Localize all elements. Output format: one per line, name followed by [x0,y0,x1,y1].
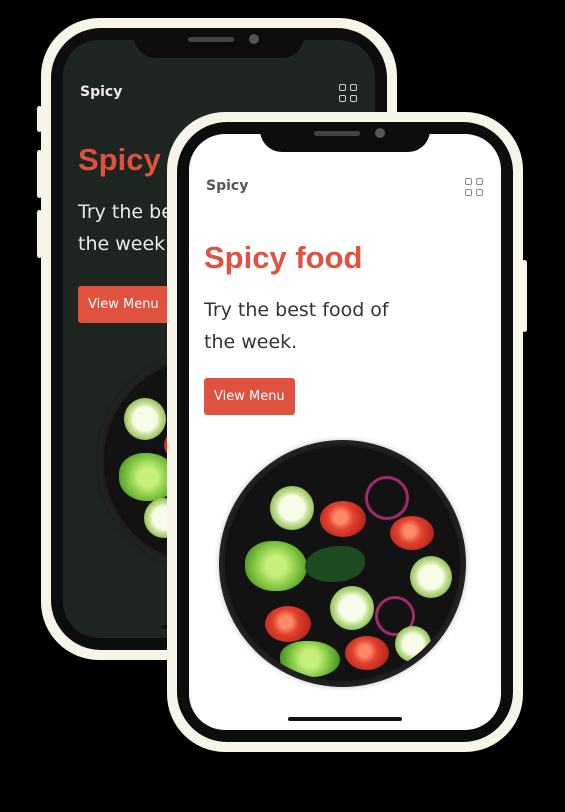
grid-icon[interactable] [465,178,483,196]
mute-switch [37,106,42,132]
grid-icon[interactable] [339,84,357,102]
view-menu-button[interactable]: View Menu [204,378,295,415]
hero-subtitle: Try the best food of the week. [204,299,389,353]
camera-icon [249,34,259,44]
speaker-grille [188,37,234,42]
salad-bowl-image [219,440,466,687]
notch [134,28,304,58]
brand-logo[interactable]: Spicy [206,178,248,194]
speaker-grille [314,131,360,136]
volume-down-button [37,210,42,258]
volume-up-button [37,150,42,198]
camera-icon [375,128,385,138]
view-menu-button[interactable]: View Menu [78,286,169,323]
hero-title: Spicy food [204,240,363,275]
app-screen-light: Spicy Spicy food Try the best food of th… [189,134,501,730]
home-indicator [288,717,402,721]
phone-mockup-light: Spicy Spicy food Try the best food of th… [167,112,527,752]
brand-logo[interactable]: Spicy [80,84,122,100]
power-button [522,260,527,332]
notch [260,122,430,152]
